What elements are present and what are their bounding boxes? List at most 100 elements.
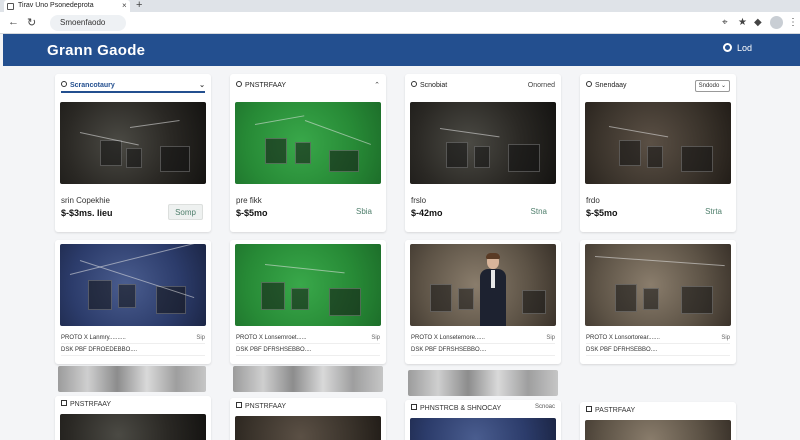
card-header[interactable]: PNSTRFAAY ⌃ xyxy=(236,79,380,93)
new-tab-button[interactable]: + xyxy=(136,0,142,11)
card-action-button[interactable]: Strta xyxy=(699,204,728,220)
puzzle-icon[interactable]: ◆ xyxy=(754,17,762,28)
product-photo[interactable] xyxy=(410,102,556,184)
address-text: Smoenfaodo xyxy=(60,18,106,27)
product-photo[interactable] xyxy=(60,244,206,326)
card-header[interactable]: Scrancotaury ⌄ xyxy=(61,79,205,93)
category-icon xyxy=(236,81,242,87)
card-price: $-$5mo xyxy=(586,208,618,218)
card-subtitle: DSK PBF DFRSHSEBBO.... xyxy=(236,344,380,356)
extension-icon[interactable]: ⌖ xyxy=(722,17,728,28)
card-header-label: PHNSTRCB & SHNOCAY xyxy=(420,405,502,412)
card-tagline: PROTO X Lonsernroet...... Sip xyxy=(236,332,380,344)
product-thumbnail-strip[interactable] xyxy=(58,366,206,392)
menu-icon[interactable]: ⋮ xyxy=(788,17,798,28)
product-photo[interactable] xyxy=(235,416,381,440)
browser-toolbar: ← ↻ Smoenfaodo ⌖ ★ ◆ ⋮ xyxy=(0,12,800,34)
product-photo[interactable] xyxy=(60,102,206,184)
product-card[interactable]: Snendaay Sndodo ⌄ frdo $-$5mo Strta xyxy=(580,74,736,232)
card-action-button[interactable]: Sbia xyxy=(350,204,378,220)
card-subtitle-text: DSK PBF DFRSHSEBBO.... xyxy=(411,347,487,353)
tab-favicon-icon xyxy=(7,3,14,10)
product-grid: Scrancotaury ⌄ srin Copekhie $-$3ms. Iie… xyxy=(0,66,800,440)
card-tagline-text: PROTO X Lonsernroet...... xyxy=(236,335,307,341)
app-header: Grann Gaode Lod xyxy=(3,34,800,66)
ship-label: Sip xyxy=(721,335,730,341)
product-photo[interactable] xyxy=(410,244,556,326)
product-card[interactable]: Scnobiat Onorned frslo $-42mo Stna xyxy=(405,74,561,232)
card-header-label: PNSTRFAAY xyxy=(245,403,287,410)
category-icon xyxy=(411,81,417,87)
ship-label: Sip xyxy=(546,335,555,341)
browser-tab-bar: Tirav Uno Psonedeprota × + xyxy=(0,0,800,12)
card-tagline: PROTO X Lanmry.......... Sip xyxy=(61,332,205,344)
reload-icon[interactable]: ↻ xyxy=(27,16,36,29)
card-subtitle: DSK PBF DFRSHSEBBO.... xyxy=(411,344,555,356)
card-subtitle-text: DSK PBF DFRHSEBBO.... xyxy=(586,347,658,353)
product-thumbnail-strip[interactable] xyxy=(233,366,383,392)
address-bar[interactable]: Smoenfaodo xyxy=(50,15,126,31)
card-header-label: PASTRFAAY xyxy=(595,407,636,414)
card-title: frslo xyxy=(411,196,427,205)
product-card[interactable]: PROTO X Lanmry.......... Sip DSK PBF DFR… xyxy=(55,240,211,364)
chevron-down-icon[interactable]: ⌄ xyxy=(199,79,205,93)
card-header-label: PNSTRFAAY xyxy=(245,82,287,89)
star-icon[interactable]: ★ xyxy=(738,17,747,28)
product-card[interactable]: PROTO X Lonsernroet...... Sip DSK PBF DF… xyxy=(230,240,386,364)
card-header[interactable]: Snendaay Sndodo ⌄ xyxy=(586,79,730,93)
card-header[interactable]: Scnobiat Onorned xyxy=(411,79,555,93)
card-title: frdo xyxy=(586,196,600,205)
card-price: $-$5mo xyxy=(236,208,268,218)
gear-icon xyxy=(723,43,732,52)
category-icon xyxy=(61,400,67,406)
product-photo[interactable] xyxy=(410,418,556,440)
tab-title: Tirav Uno Psonedeprota xyxy=(18,2,94,9)
browser-tab[interactable]: Tirav Uno Psonedeprota × xyxy=(4,0,130,12)
product-card[interactable]: PROTO X Lonseternore...... Sip DSK PBF D… xyxy=(405,240,561,364)
profile-icon[interactable] xyxy=(770,16,783,29)
card-header-label: Snendaay xyxy=(595,82,627,89)
product-photo[interactable] xyxy=(585,244,731,326)
card-header-label: Scrancotaury xyxy=(70,82,115,89)
card-header-status: Onorned xyxy=(527,82,555,89)
card-tagline-text: PROTO X Lonsortorear....... xyxy=(586,335,660,341)
card-header-status: Scnoac xyxy=(534,404,555,410)
card-action-button[interactable]: Somp xyxy=(168,204,203,220)
card-title: pre fikk xyxy=(236,196,262,205)
card-tagline: PROTO X Lonseternore...... Sip xyxy=(411,332,555,344)
product-photo[interactable] xyxy=(235,102,381,184)
card-subtitle: DSK PBF DFRHSEBBO.... xyxy=(586,344,730,356)
product-photo[interactable] xyxy=(235,244,381,326)
header-action-button[interactable]: Lod xyxy=(723,43,752,53)
card-action-button[interactable]: Stna xyxy=(525,204,553,220)
card-title: srin Copekhie xyxy=(61,196,110,205)
product-card[interactable]: PNSTRFAAY xyxy=(55,396,211,440)
chevron-up-icon[interactable]: ⌃ xyxy=(374,79,380,93)
product-thumbnail-strip[interactable] xyxy=(408,370,558,396)
card-header: PHNSTRCB & SHNOCAY Scnoac xyxy=(411,404,555,412)
card-header-label: Scnobiat xyxy=(420,82,448,89)
product-photo[interactable] xyxy=(585,102,731,184)
card-subtitle: DSK PBF DFROEDEBBO.... xyxy=(61,344,205,356)
product-photo[interactable] xyxy=(60,414,206,440)
card-subtitle-text: DSK PBF DFROEDEBBO.... xyxy=(61,347,138,353)
sort-select[interactable]: Sndodo ⌄ xyxy=(694,80,730,92)
card-header: PNSTRFAAY xyxy=(61,400,205,408)
card-tagline-text: PROTO X Lanmry.......... xyxy=(61,335,126,341)
product-card[interactable]: PROTO X Lonsortorear....... Sip DSK PBF … xyxy=(580,240,736,364)
tab-close-icon[interactable]: × xyxy=(122,0,127,12)
product-card[interactable]: PNSTRFAAY xyxy=(230,398,386,440)
person-figure xyxy=(480,253,507,326)
product-photo[interactable] xyxy=(585,420,731,440)
back-arrow-icon[interactable]: ← xyxy=(8,16,19,28)
product-card[interactable]: PHNSTRCB & SHNOCAY Scnoac xyxy=(405,400,561,440)
card-subtitle-text: DSK PBF DFRSHSEBBO.... xyxy=(236,347,312,353)
card-price: $-42mo xyxy=(411,208,443,218)
ship-label: Sip xyxy=(196,335,205,341)
card-header: PASTRFAAY xyxy=(586,406,730,414)
product-card[interactable]: PASTRFAAY xyxy=(580,402,736,440)
product-card[interactable]: PNSTRFAAY ⌃ pre fikk $-$5mo Sbia xyxy=(230,74,386,232)
card-header-label: PNSTRFAAY xyxy=(70,401,112,408)
card-price: $-$3ms. Iieu xyxy=(61,208,113,218)
product-card[interactable]: Scrancotaury ⌄ srin Copekhie $-$3ms. Iie… xyxy=(55,74,211,232)
